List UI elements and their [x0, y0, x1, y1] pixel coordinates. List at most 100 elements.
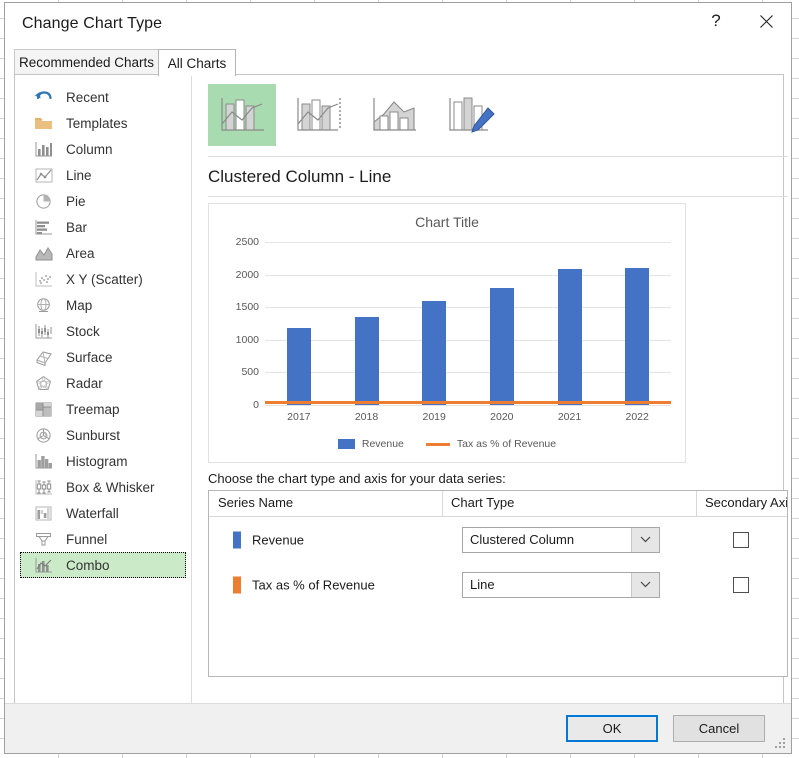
chart-type-dropdown-revenue[interactable]: Clustered Column: [462, 527, 660, 553]
chart-type-item-label: Column: [66, 142, 113, 157]
chart-type-list[interactable]: Recent Templates Column Line Pie Bar Area X Y (…: [15, 75, 192, 704]
close-button[interactable]: [743, 3, 789, 39]
series-color-swatch: [233, 531, 241, 548]
chart-gridline: [265, 372, 671, 373]
chart-type-item-label: Surface: [66, 350, 113, 365]
ok-button[interactable]: OK: [566, 715, 658, 742]
chart-y-tick-label: 1500: [236, 301, 259, 313]
chart-preview: Chart Title 05001000150020002500 2017201…: [208, 203, 686, 463]
series-color-swatch: [233, 576, 241, 593]
ok-button-label: OK: [603, 721, 622, 736]
dialog-content: Recent Templates Column Line Pie Bar Area X Y (…: [14, 74, 784, 705]
area-chart-icon: [32, 243, 54, 263]
help-button[interactable]: ?: [693, 3, 739, 39]
chart-y-tick-label: 2500: [236, 236, 259, 248]
chart-type-item-label: Radar: [66, 376, 103, 391]
tab-recommended-charts[interactable]: Recommended Charts: [14, 49, 159, 75]
legend-label-tax: Tax as % of Revenue: [457, 438, 556, 450]
chart-type-item-treemap[interactable]: Treemap: [20, 396, 186, 422]
chart-type-item-sunburst[interactable]: Sunburst: [20, 422, 186, 448]
chart-type-item-surface[interactable]: Surface: [20, 344, 186, 370]
chart-plot-area: 05001000150020002500: [265, 242, 671, 405]
chart-type-item-label: Combo: [66, 558, 110, 573]
tab-strip: Recommended Charts All Charts: [5, 47, 791, 75]
chart-type-item-box-whisker[interactable]: Box & Whisker: [20, 474, 186, 500]
chart-line-series: [265, 401, 671, 404]
chart-type-item-map[interactable]: Map: [20, 292, 186, 318]
chart-gridline: [265, 307, 671, 308]
chart-type-item-funnel[interactable]: Funnel: [20, 526, 186, 552]
resize-grip[interactable]: [775, 738, 787, 750]
chart-type-item-waterfall[interactable]: Waterfall: [20, 500, 186, 526]
subtype-clustered-column-line-secondary-axis[interactable]: [284, 84, 352, 146]
chart-type-item-line[interactable]: Line: [20, 162, 186, 188]
table-row: Tax as % of Revenue Line: [209, 562, 787, 607]
chart-x-tick-label: 2017: [287, 411, 310, 423]
subtype-stacked-area-clustered-column[interactable]: [360, 84, 428, 146]
chart-type-item-column[interactable]: Column: [20, 136, 186, 162]
chart-y-tick-label: 2000: [236, 269, 259, 281]
chart-type-item-area[interactable]: Area: [20, 240, 186, 266]
series-name-label: Revenue: [252, 532, 304, 547]
legend-item-revenue: Revenue: [338, 438, 404, 450]
secondary-axis-checkbox-revenue[interactable]: [733, 532, 749, 548]
chart-gridline: [265, 275, 671, 276]
secondary-axis-checkbox-tax[interactable]: [733, 577, 749, 593]
stock-chart-icon: [32, 321, 54, 341]
header-separator-2: [696, 491, 697, 516]
dialog-title: Change Chart Type: [22, 15, 162, 33]
chart-gridline: [265, 405, 671, 406]
clustered-column-line-icon: [216, 94, 268, 136]
cancel-button[interactable]: Cancel: [673, 715, 765, 742]
chart-type-item-label: Pie: [66, 194, 86, 209]
chart-type-item-label: Funnel: [66, 532, 107, 547]
chart-type-item-x-y-scatter[interactable]: X Y (Scatter): [20, 266, 186, 292]
chart-bar: [355, 317, 379, 405]
series-table: Series Name Chart Type Secondary Axis Re…: [208, 490, 788, 677]
chart-type-item-label: Sunburst: [66, 428, 120, 443]
chart-type-item-recent[interactable]: Recent: [20, 84, 186, 110]
subtype-clustered-column-line[interactable]: [208, 84, 276, 146]
column-header-chart-type: Chart Type: [451, 495, 514, 510]
chevron-down-icon[interactable]: [631, 573, 659, 597]
chevron-down-icon[interactable]: [631, 528, 659, 552]
dialog-title-bar: Change Chart Type ?: [5, 3, 791, 47]
surface-chart-icon: [32, 347, 54, 367]
close-icon: [759, 14, 774, 29]
chart-type-item-label: Recent: [66, 90, 109, 105]
chart-x-tick-label: 2020: [490, 411, 513, 423]
thumbnail-divider: [208, 156, 788, 157]
chart-type-value-revenue: Clustered Column: [463, 532, 631, 547]
change-chart-type-dialog: Change Chart Type ? Recommended Charts A…: [4, 2, 792, 754]
chart-gridline: [265, 340, 671, 341]
map-chart-icon: [32, 295, 54, 315]
chart-type-item-label: Bar: [66, 220, 87, 235]
chart-x-tick-label: 2021: [558, 411, 581, 423]
chart-type-item-stock[interactable]: Stock: [20, 318, 186, 344]
bar-chart-icon: [32, 217, 54, 237]
chart-type-item-pie[interactable]: Pie: [20, 188, 186, 214]
chart-gridline: [265, 242, 671, 243]
chart-type-item-templates[interactable]: Templates: [20, 110, 186, 136]
undo-icon: [32, 87, 54, 107]
series-name-label: Tax as % of Revenue: [252, 577, 375, 592]
subtype-custom-combination[interactable]: [436, 84, 504, 146]
tab-recommended-charts-label: Recommended Charts: [19, 55, 154, 70]
combo-chart-icon: [32, 555, 54, 575]
clustered-column-line-secondary-axis-icon: [292, 94, 344, 136]
chart-type-item-bar[interactable]: Bar: [20, 214, 186, 240]
chart-x-tick-label: 2022: [625, 411, 648, 423]
chart-type-item-radar[interactable]: Radar: [20, 370, 186, 396]
subtype-thumbnail-strip[interactable]: [208, 84, 504, 150]
folder-icon: [32, 113, 54, 133]
chart-type-item-label: Area: [66, 246, 95, 261]
chart-type-item-histogram[interactable]: Histogram: [20, 448, 186, 474]
chart-type-item-combo[interactable]: Combo: [20, 552, 186, 578]
chart-type-dropdown-tax[interactable]: Line: [462, 572, 660, 598]
sunburst-chart-icon: [32, 425, 54, 445]
tab-all-charts[interactable]: All Charts: [158, 49, 236, 76]
treemap-chart-icon: [32, 399, 54, 419]
chart-type-item-label: Map: [66, 298, 92, 313]
chart-bar: [287, 328, 311, 405]
chart-type-item-label: Treemap: [66, 402, 120, 417]
